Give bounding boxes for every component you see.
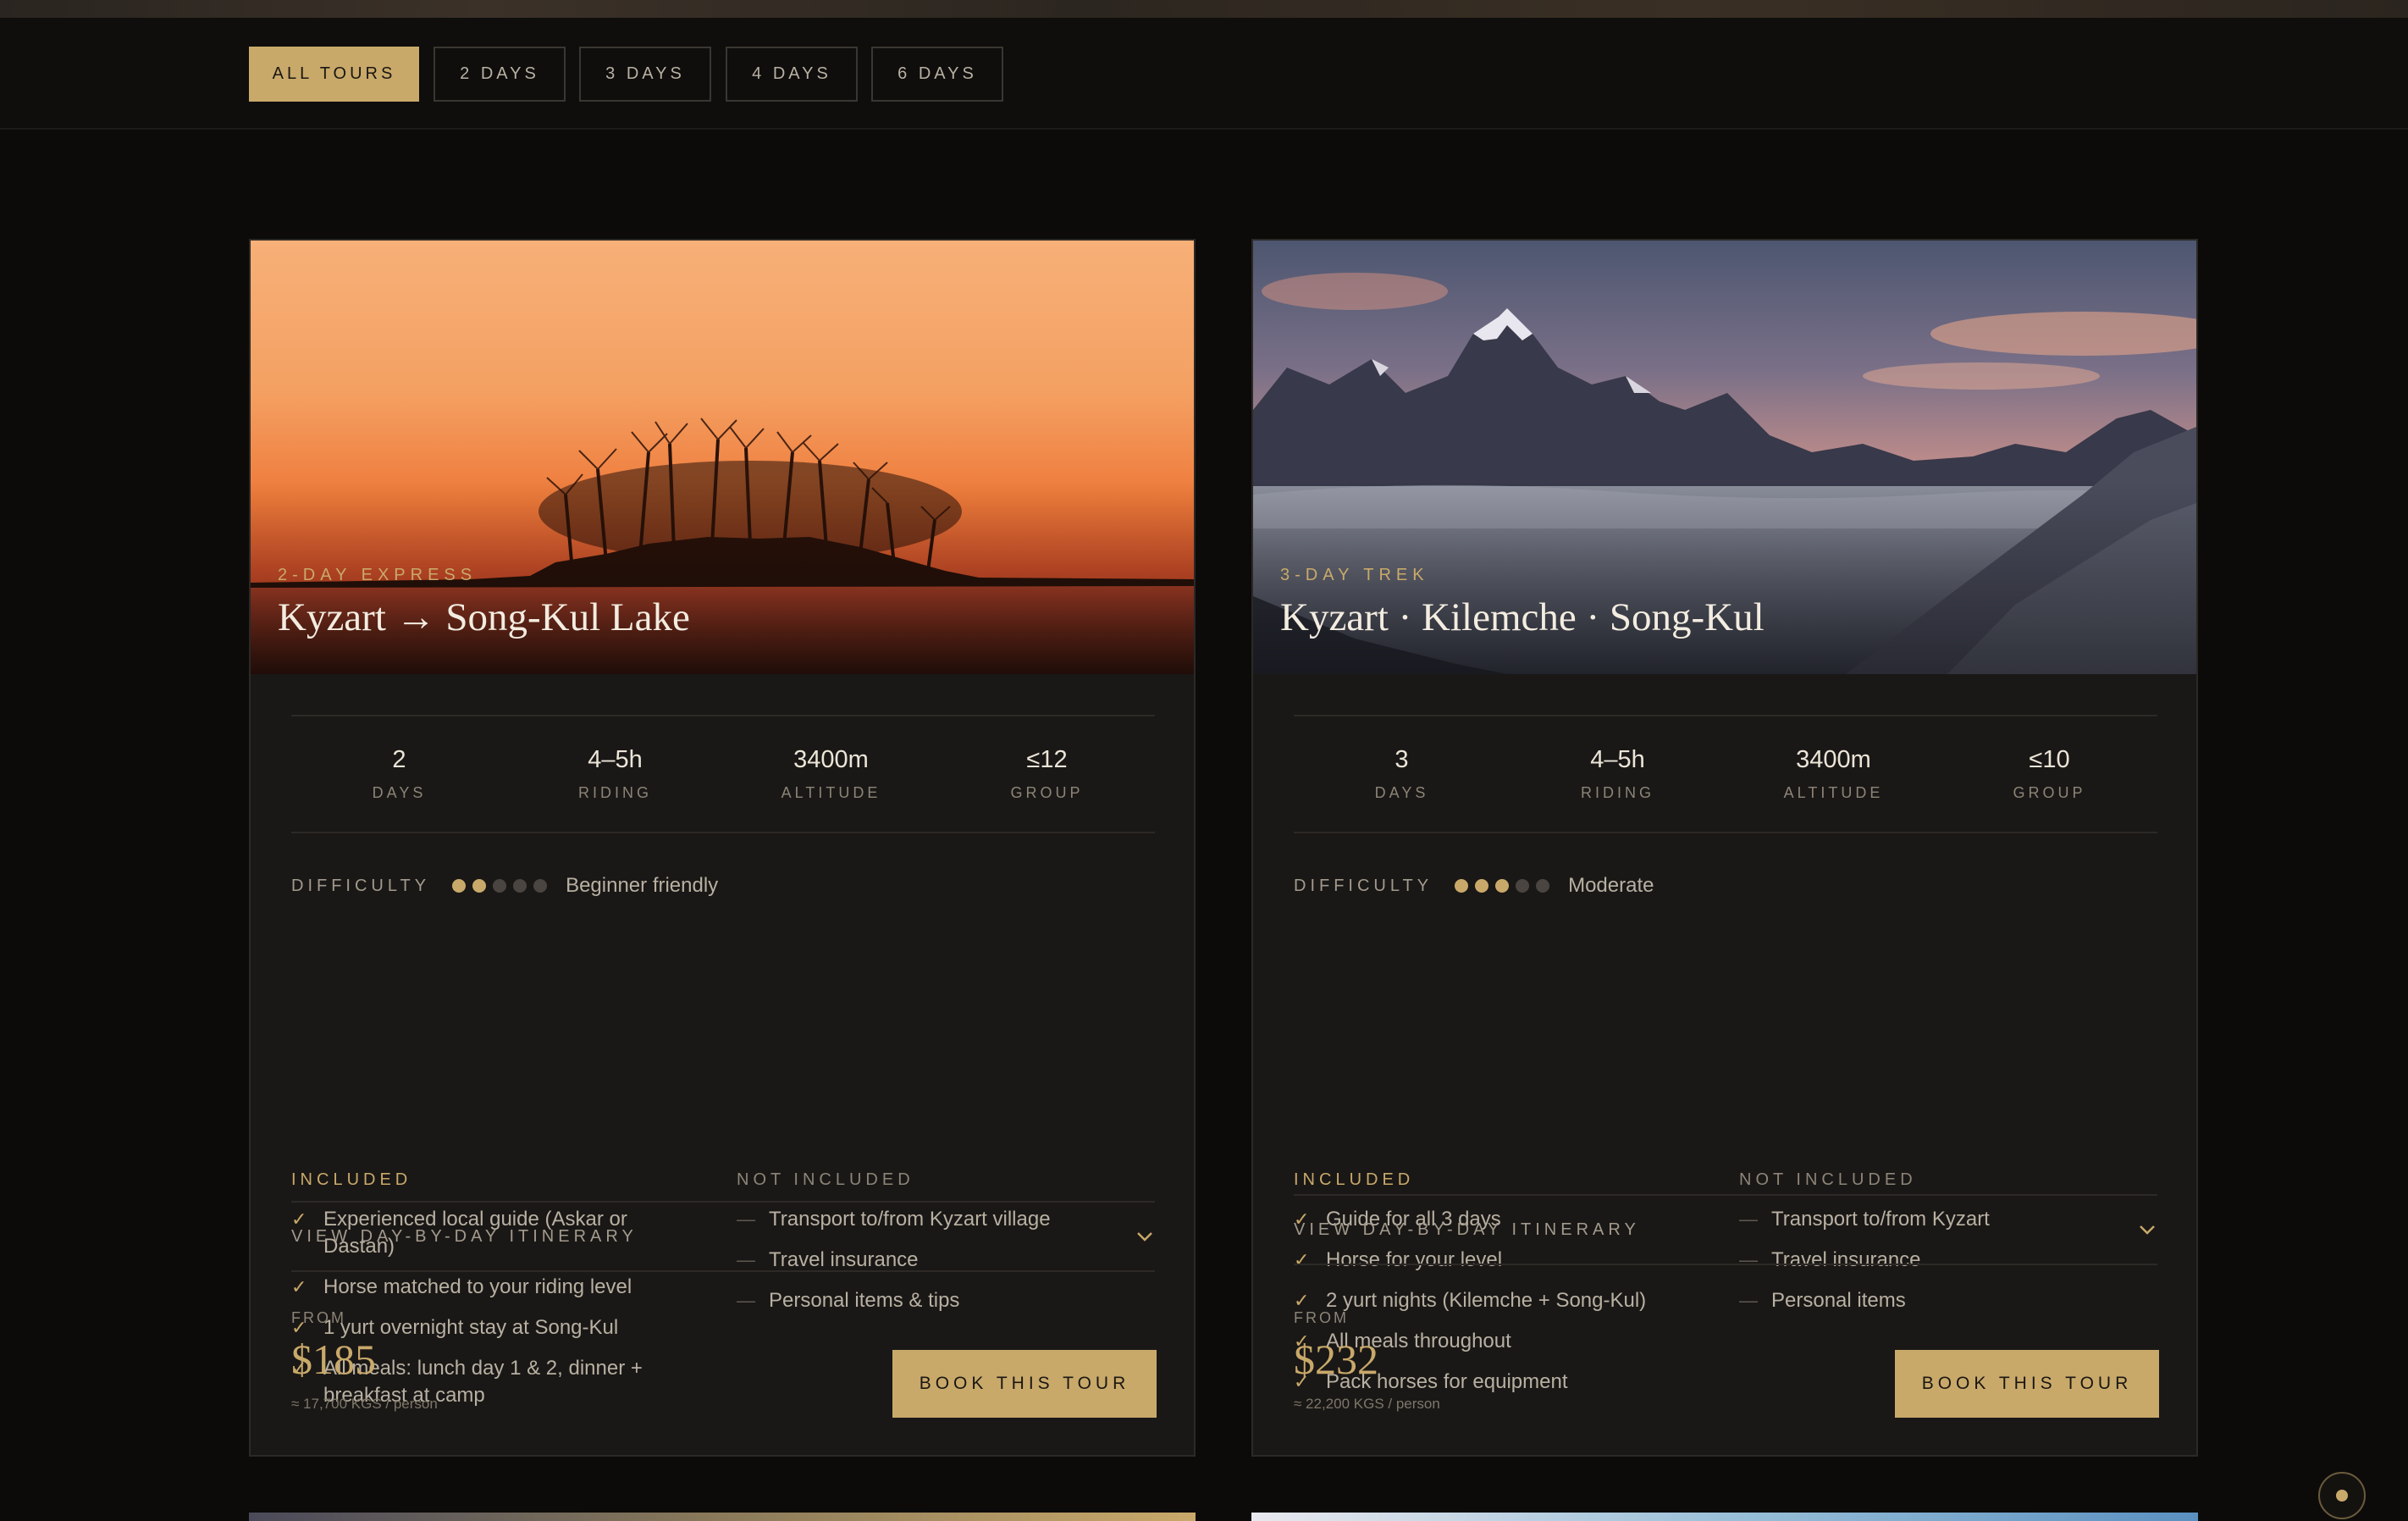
not-included-heading: NOT INCLUDED xyxy=(737,1170,914,1189)
next-tour-card-preview xyxy=(249,1513,1196,1521)
chevron-down-icon xyxy=(1137,1232,1152,1242)
tour-stats: 3 DAYS 4–5h RIDING 3400m ALTITUDE ≤10 GR… xyxy=(1294,715,2157,833)
stat-altitude: 3400m ALTITUDE xyxy=(1726,716,1941,832)
tour-stats: 2 DAYS 4–5h RIDING 3400m ALTITUDE ≤12 GR… xyxy=(291,715,1155,833)
difficulty-dot xyxy=(493,879,507,893)
filter-2-days[interactable]: 2 DAYS xyxy=(434,47,566,102)
difficulty-row: DIFFICULTY Beginner friendly xyxy=(291,869,718,903)
stat-group: ≤10 GROUP xyxy=(1941,716,2157,832)
difficulty-text: Moderate xyxy=(1568,874,1654,897)
difficulty-dot xyxy=(1516,879,1530,893)
book-tour-button[interactable]: BOOK THIS TOUR xyxy=(892,1350,1157,1418)
difficulty-row: DIFFICULTY Moderate xyxy=(1294,869,1654,903)
tour-card-2-day-express: 2-DAY EXPRESS Kyzart → Song-Kul Lake 2 D… xyxy=(249,239,1196,1457)
filter-6-days[interactable]: 6 DAYS xyxy=(871,47,1003,102)
filter-4-days[interactable]: 4 DAYS xyxy=(726,47,858,102)
difficulty-dot xyxy=(1536,879,1550,893)
price-local-currency: ≈ 17,700 KGS / person xyxy=(291,1396,438,1412)
list-item-text: Horse matched to your riding level xyxy=(323,1275,632,1298)
itinerary-toggle[interactable]: VIEW DAY-BY-DAY ITINERARY xyxy=(1294,1194,2157,1265)
check-icon: ✓ xyxy=(291,1276,307,1297)
difficulty-label: DIFFICULTY xyxy=(1294,876,1433,895)
tour-card-hero: 2-DAY EXPRESS Kyzart → Song-Kul Lake xyxy=(251,241,1194,674)
price-from-label: FROM xyxy=(291,1309,346,1326)
stat-value: ≤10 xyxy=(2029,746,2070,773)
stat-altitude: 3400m ALTITUDE xyxy=(723,716,939,832)
stat-value: 2 xyxy=(392,746,406,773)
list-item: — Personal items & tips xyxy=(737,1287,1143,1314)
tour-subtitle: 2-DAY EXPRESS xyxy=(278,566,478,584)
difficulty-dots xyxy=(1455,879,1550,893)
stat-days: 3 DAYS xyxy=(1294,716,1510,832)
difficulty-dot xyxy=(452,879,467,893)
not-included-heading: NOT INCLUDED xyxy=(1739,1170,1917,1189)
stat-riding: 4–5h RIDING xyxy=(507,716,723,832)
stat-label: GROUP xyxy=(1010,784,1084,801)
dash-icon: — xyxy=(1739,1290,1758,1311)
list-item-text: Personal items xyxy=(1771,1289,1906,1312)
difficulty-text: Beginner friendly xyxy=(566,874,719,897)
stat-value: ≤12 xyxy=(1026,746,1068,773)
stat-value: 3 xyxy=(1395,746,1409,773)
difficulty-label: DIFFICULTY xyxy=(291,876,431,895)
stat-label: RIDING xyxy=(1581,784,1654,801)
stat-days: 2 DAYS xyxy=(291,716,507,832)
scroll-indicator-button[interactable] xyxy=(2318,1472,2366,1519)
stat-label: RIDING xyxy=(578,784,652,801)
difficulty-dot xyxy=(1455,879,1469,893)
included-heading: INCLUDED xyxy=(1294,1170,1415,1189)
list-item: ✓ 2 yurt nights (Kilemche + Song-Kul) xyxy=(1294,1287,1734,1314)
hero-image-strip xyxy=(0,0,2408,18)
stat-label: ALTITUDE xyxy=(781,784,881,801)
difficulty-dots xyxy=(452,879,548,893)
stat-value: 4–5h xyxy=(1590,746,1645,773)
list-item-text: 2 yurt nights (Kilemche + Song-Kul) xyxy=(1326,1289,1647,1312)
price-from-label: FROM xyxy=(1294,1309,1349,1326)
difficulty-dot xyxy=(1495,879,1510,893)
book-tour-button[interactable]: BOOK THIS TOUR xyxy=(1895,1350,2159,1418)
tour-title: Kyzart · Kilemche · Song-Kul xyxy=(1280,595,1765,639)
list-item: — Personal items xyxy=(1739,1287,2146,1314)
difficulty-dot xyxy=(533,879,548,893)
filter-3-days[interactable]: 3 DAYS xyxy=(579,47,711,102)
included-heading: INCLUDED xyxy=(291,1170,412,1189)
itinerary-label: VIEW DAY-BY-DAY ITINERARY xyxy=(1294,1220,1640,1239)
itinerary-label: VIEW DAY-BY-DAY ITINERARY xyxy=(291,1226,638,1246)
stat-label: GROUP xyxy=(2013,784,2086,801)
dash-icon: — xyxy=(737,1290,755,1311)
duration-filter-bar: ALL TOURS 2 DAYS 3 DAYS 4 DAYS 6 DAYS xyxy=(0,18,2408,130)
stat-group: ≤12 GROUP xyxy=(939,716,1155,832)
tour-card-hero: 3-DAY TREK Kyzart · Kilemche · Song-Kul xyxy=(1253,241,2196,674)
stat-value: 3400m xyxy=(1796,746,1871,773)
itinerary-toggle[interactable]: VIEW DAY-BY-DAY ITINERARY xyxy=(291,1201,1155,1272)
stat-riding: 4–5h RIDING xyxy=(1510,716,1726,832)
tour-price: $185 xyxy=(291,1336,376,1383)
stat-label: DAYS xyxy=(1374,784,1429,801)
tour-price: $232 xyxy=(1294,1336,1378,1383)
tour-subtitle: 3-DAY TREK xyxy=(1280,566,1429,584)
filter-all-tours[interactable]: ALL TOURS xyxy=(249,47,419,102)
price-local-currency: ≈ 22,200 KGS / person xyxy=(1294,1396,1440,1412)
chevron-down-icon xyxy=(2140,1225,2155,1235)
list-item: ✓ Horse matched to your riding level xyxy=(291,1274,664,1301)
stat-label: ALTITUDE xyxy=(1783,784,1884,801)
difficulty-dot xyxy=(472,879,487,893)
tour-title: Kyzart → Song-Kul Lake xyxy=(278,595,690,639)
difficulty-dot xyxy=(513,879,527,893)
difficulty-dot xyxy=(1475,879,1489,893)
dot-icon xyxy=(2336,1490,2348,1502)
list-item-text: Personal items & tips xyxy=(769,1289,960,1312)
stat-value: 3400m xyxy=(793,746,869,773)
stat-value: 4–5h xyxy=(588,746,643,773)
tour-card-3-day-trek: 3-DAY TREK Kyzart · Kilemche · Song-Kul … xyxy=(1251,239,2198,1457)
stat-label: DAYS xyxy=(372,784,427,801)
next-tour-card-preview xyxy=(1251,1513,2198,1521)
